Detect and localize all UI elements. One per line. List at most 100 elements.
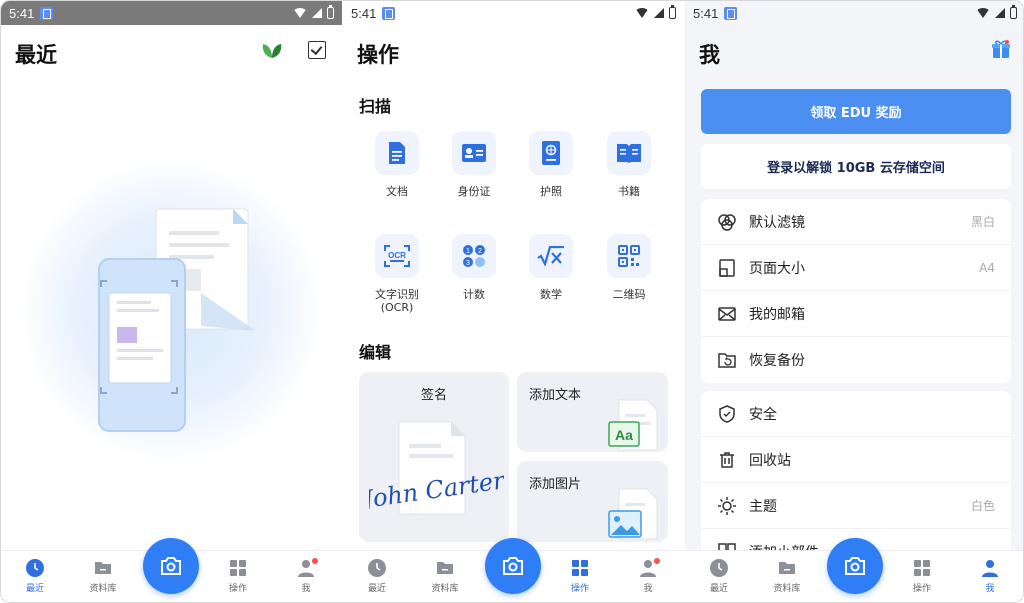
setting-value: 黑白: [970, 215, 995, 229]
tool-label: 文档: [386, 185, 408, 198]
tool-count[interactable]: 1 2 3 计数: [439, 234, 509, 301]
folder-icon: [437, 562, 453, 574]
nav-me[interactable]: 我: [276, 558, 336, 594]
clock-icon: [26, 559, 44, 577]
battery-icon: [1010, 5, 1017, 19]
camera-button[interactable]: [143, 538, 199, 594]
setting-label: 页面大小: [749, 260, 805, 277]
trash-icon: [720, 452, 734, 468]
tool-label: 文字识别 (OCR): [362, 288, 432, 314]
tool-id-card[interactable]: 身份证: [439, 131, 509, 198]
nav-actions-label: 操作: [228, 584, 247, 594]
gift-icon[interactable]: [991, 39, 1011, 59]
setting-value: 白色: [970, 499, 995, 513]
count-digit: 3: [466, 260, 470, 267]
nav-actions-label: 操作: [570, 584, 589, 594]
app-notification-icon: [724, 6, 738, 20]
nav-me-label: 我: [985, 584, 995, 594]
page-title: 我: [699, 43, 720, 67]
setting-label: 我的邮箱: [749, 306, 805, 323]
nav-library[interactable]: 资料库: [415, 558, 475, 594]
camera-icon: [503, 557, 523, 575]
sign-card[interactable]: 签名 John Carter: [359, 372, 509, 542]
setting-label: 主题: [749, 498, 777, 515]
nav-me[interactable]: 我: [960, 558, 1020, 594]
edit-section-title: 编辑: [359, 343, 392, 362]
camera-button[interactable]: [827, 538, 883, 594]
select-checkbox-icon[interactable]: [308, 41, 326, 59]
bottom-navigation: 最近 资料库 操作 我: [1, 538, 342, 602]
settings-group-1: 默认滤镜 黑白 页面大小 A4 我的邮箱 恢复备份: [701, 199, 1011, 383]
nav-library[interactable]: 资料库: [73, 558, 133, 594]
folder-restore-icon: [718, 353, 736, 368]
clock-icon: [368, 559, 386, 577]
qr-code-icon: [618, 245, 640, 267]
grid-icon: [572, 560, 588, 576]
leaf-icon[interactable]: [261, 41, 283, 59]
nav-actions[interactable]: 操作: [892, 558, 952, 594]
nav-recent-label: 最近: [25, 584, 44, 594]
setting-label: 回收站: [749, 452, 791, 469]
grid-icon: [230, 560, 246, 576]
nav-library-label: 资料库: [89, 584, 117, 594]
me-screen: 5:41 我 领取 EDU 奖励 登录以解锁 10GB 云存储空间 默认滤镜 黑…: [685, 1, 1023, 602]
setting-recycle-bin[interactable]: 回收站: [701, 437, 1011, 483]
status-time: 5:41: [693, 5, 719, 21]
tool-ocr[interactable]: OCR 文字识别 (OCR): [362, 234, 432, 314]
nav-recent[interactable]: 最近: [347, 558, 407, 594]
login-unlock-storage-button[interactable]: 登录以解锁 10GB 云存储空间: [701, 144, 1011, 189]
nav-recent-label: 最近: [367, 584, 386, 594]
tool-qr-code[interactable]: 二维码: [594, 234, 664, 301]
add-text-icon-text: Aa: [615, 427, 633, 443]
tool-label: 数学: [540, 288, 562, 301]
tool-label: 身份证: [457, 185, 491, 198]
nav-actions[interactable]: 操作: [550, 558, 610, 594]
filter-icon: [718, 214, 736, 231]
setting-my-email[interactable]: 我的邮箱: [701, 291, 1011, 337]
nav-me-label: 我: [301, 584, 311, 594]
nav-actions[interactable]: 操作: [208, 558, 268, 594]
setting-label: 恢复备份: [749, 353, 805, 369]
camera-button[interactable]: [485, 538, 541, 594]
ocr-icon-text: OCR: [388, 251, 406, 260]
add-text-card[interactable]: 添加文本 Aa: [517, 372, 668, 452]
setting-security[interactable]: 安全: [701, 391, 1011, 437]
claim-edu-reward-button[interactable]: 领取 EDU 奖励: [701, 89, 1011, 134]
signature-illustration: John Carter: [369, 421, 504, 515]
tool-label: 二维码: [612, 288, 646, 301]
add-text-illustration: Aa: [608, 399, 658, 451]
sun-icon: [718, 497, 736, 515]
bottom-navigation: 最近 资料库 操作 我: [685, 538, 1023, 602]
add-image-illustration: [608, 488, 658, 540]
setting-page-size[interactable]: 页面大小 A4: [701, 245, 1011, 291]
settings-group-2: 安全 回收站 主题 白色 添加小部件: [701, 391, 1011, 561]
wifi-icon: [293, 8, 307, 18]
nav-recent[interactable]: 最近: [5, 558, 65, 594]
tool-label: 书籍: [618, 185, 640, 198]
tool-math[interactable]: 数学: [516, 234, 586, 301]
page-title: 操作: [357, 43, 399, 67]
passport-icon: [542, 141, 560, 165]
nav-me[interactable]: 我: [618, 558, 678, 594]
nav-library[interactable]: 资料库: [757, 558, 817, 594]
setting-default-filter[interactable]: 默认滤镜 黑白: [701, 199, 1011, 245]
add-image-label: 添加图片: [529, 477, 582, 492]
ocr-label-line1: 文字识别: [375, 288, 419, 301]
status-bar: 5:41: [343, 1, 684, 25]
tool-label: 计数: [463, 288, 485, 301]
nav-me-label: 我: [643, 584, 653, 594]
battery-icon: [327, 5, 334, 19]
wifi-icon: [976, 8, 990, 18]
sign-label: 签名: [420, 388, 447, 403]
tool-document[interactable]: 文档: [362, 131, 432, 198]
setting-restore-backup[interactable]: 恢复备份: [701, 337, 1011, 383]
tool-book[interactable]: 书籍: [594, 131, 664, 198]
shield-icon: [719, 405, 735, 423]
tool-passport[interactable]: 护照: [516, 131, 586, 198]
nav-recent[interactable]: 最近: [689, 558, 749, 594]
id-card-icon: [462, 144, 486, 162]
clock-icon: [710, 559, 728, 577]
add-image-card[interactable]: 添加图片: [517, 461, 668, 542]
tool-label: 护照: [540, 185, 562, 198]
setting-theme[interactable]: 主题 白色: [701, 483, 1011, 529]
